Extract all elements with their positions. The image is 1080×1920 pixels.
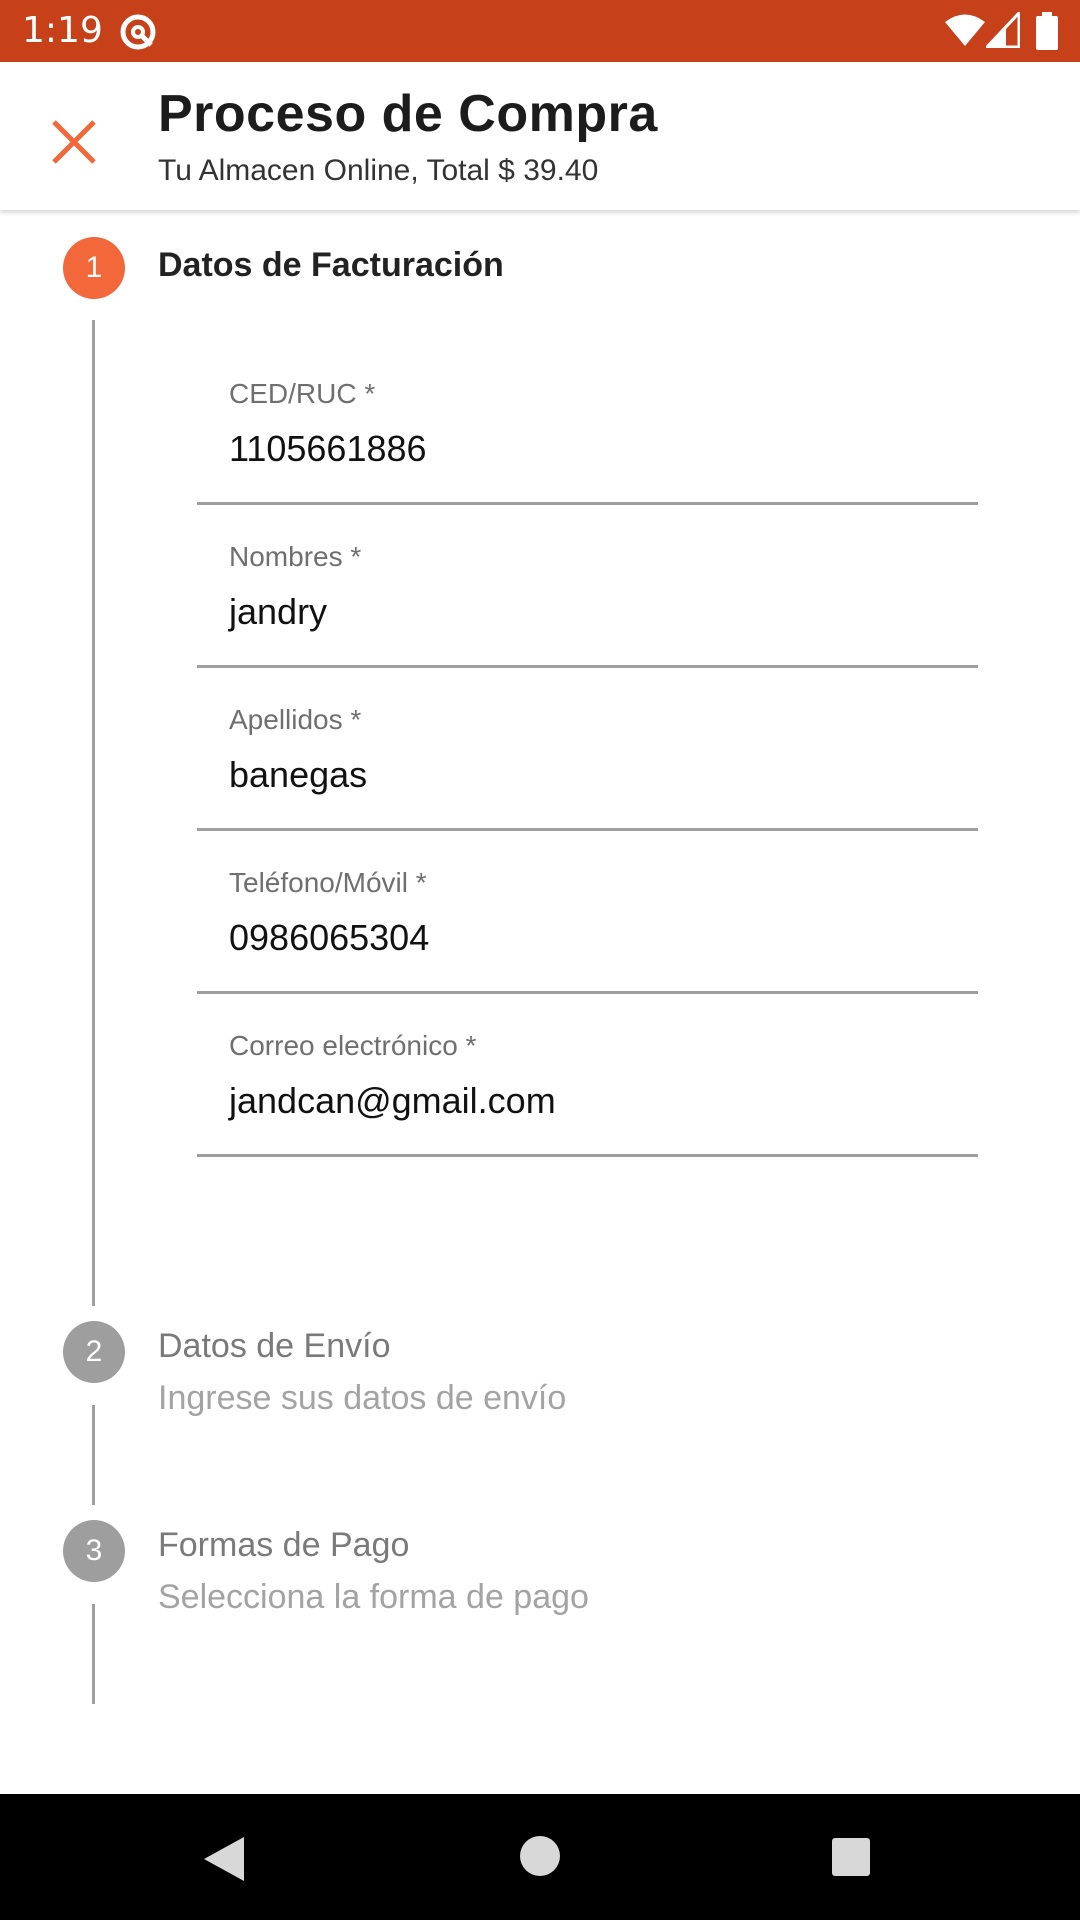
page-subtitle: Tu Almacen Online, Total $ 39.40 <box>158 154 599 187</box>
step-3-subtitle: Selecciona la forma de pago <box>158 1578 589 1616</box>
close-icon[interactable] <box>40 108 108 176</box>
ced-ruc-input[interactable]: 1105661886 <box>229 428 427 470</box>
telefono-label: Teléfono/Móvil * <box>229 867 427 898</box>
field-underline <box>197 665 978 668</box>
step-3-indicator[interactable]: 3 <box>63 1520 125 1582</box>
ced-ruc-field[interactable]: CED/RUC * 1105661886 <box>197 378 978 541</box>
home-icon[interactable] <box>520 1836 560 1876</box>
email-label: Correo electrónico * <box>229 1030 477 1061</box>
step-1-indicator[interactable]: 1 <box>63 237 125 299</box>
vpn-icon <box>120 14 156 50</box>
step-1-title[interactable]: Datos de Facturación <box>158 246 504 285</box>
status-bar: 1:19 <box>0 0 1080 62</box>
status-time: 1:19 <box>22 10 103 51</box>
step-connector-3 <box>92 1604 95 1704</box>
field-underline <box>197 1154 978 1157</box>
navigation-bar <box>0 1794 1080 1920</box>
ced-ruc-label: CED/RUC * <box>229 378 376 409</box>
apellidos-field[interactable]: Apellidos * banegas <box>197 704 978 867</box>
page-title: Proceso de Compra <box>158 85 658 143</box>
nombres-label: Nombres * <box>229 541 362 572</box>
step-2-subtitle: Ingrese sus datos de envío <box>158 1379 567 1417</box>
nombres-input[interactable]: jandry <box>229 591 327 633</box>
recents-icon[interactable] <box>832 1838 870 1876</box>
battery-icon <box>1036 12 1058 50</box>
field-underline <box>197 991 978 994</box>
back-icon[interactable] <box>202 1836 246 1882</box>
step-connector-1 <box>92 320 95 1306</box>
telefono-field[interactable]: Teléfono/Móvil * 0986065304 <box>197 867 978 1030</box>
step-2-title[interactable]: Datos de Envío <box>158 1327 390 1366</box>
signal-icon <box>986 12 1020 48</box>
apellidos-input[interactable]: banegas <box>229 754 367 796</box>
wifi-icon <box>945 14 985 46</box>
telefono-input[interactable]: 0986065304 <box>229 917 429 959</box>
step-connector-2 <box>92 1405 95 1505</box>
step-2-indicator[interactable]: 2 <box>63 1321 125 1383</box>
nombres-field[interactable]: Nombres * jandry <box>197 541 978 704</box>
field-underline <box>197 502 978 505</box>
email-input[interactable]: jandcan@gmail.com <box>229 1080 556 1122</box>
field-underline <box>197 828 978 831</box>
email-field[interactable]: Correo electrónico * jandcan@gmail.com <box>197 1030 978 1193</box>
app-root: 1:19 Proceso de Compra Tu Almacen Online… <box>0 0 1080 1920</box>
apellidos-label: Apellidos * <box>229 704 362 735</box>
app-bar: Proceso de Compra Tu Almacen Online, Tot… <box>0 62 1080 210</box>
step-3-title[interactable]: Formas de Pago <box>158 1526 409 1565</box>
